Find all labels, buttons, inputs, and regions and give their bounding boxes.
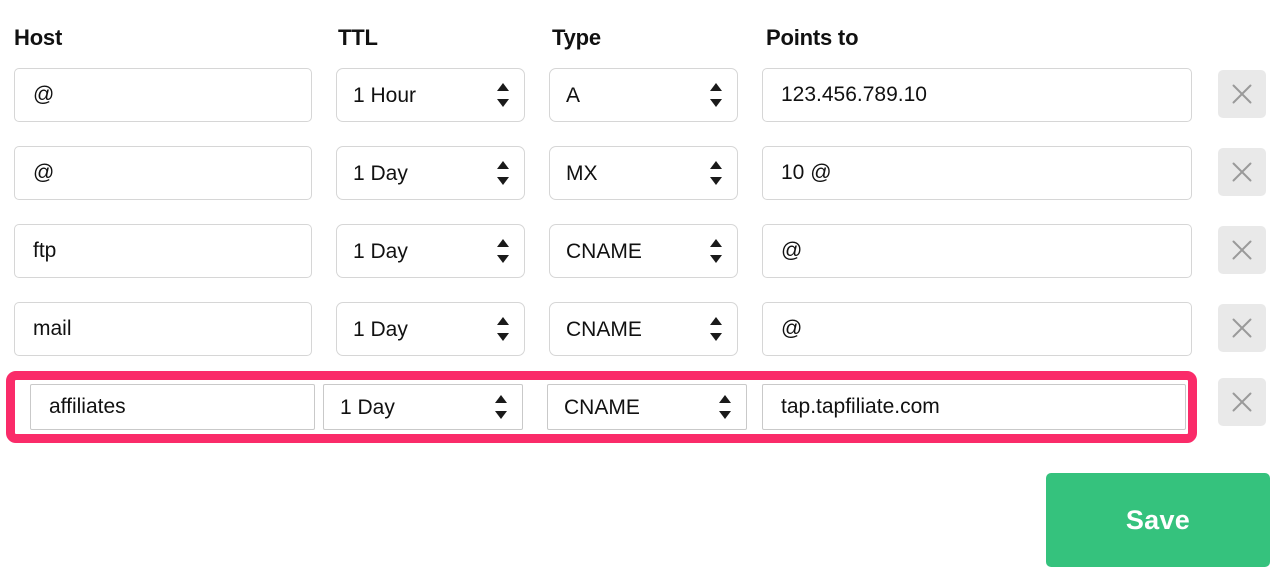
cell-points-to [762,224,1192,278]
delete-record-button[interactable] [1218,70,1266,118]
cell-host [14,302,312,356]
points-to-input[interactable] [762,68,1192,122]
cell-type: A [549,68,738,122]
type-select[interactable]: MX [549,146,738,200]
type-select[interactable]: A [549,68,738,122]
close-x-icon [1229,81,1255,107]
type-select-value: MX [566,162,598,185]
ttl-select[interactable]: 1 Day [336,224,525,278]
host-input[interactable] [14,302,312,356]
table-row: 1 Day CNAME [0,302,1280,380]
close-x-icon [1229,315,1255,341]
cell-type: MX [549,146,738,200]
cell-type: CNAME [549,224,738,278]
points-to-input[interactable] [762,146,1192,200]
delete-record-button[interactable] [1218,378,1266,426]
cell-ttl: 1 Day [336,302,525,356]
close-x-icon [1229,389,1255,415]
spinner-up-down-icon [710,316,723,342]
points-to-input[interactable] [762,302,1192,356]
cell-points-to [762,146,1192,200]
spinner-up-down-icon [497,316,510,342]
spinner-up-down-icon [497,238,510,264]
ttl-select-value: 1 Day [340,396,395,419]
ttl-select-value: 1 Hour [353,84,417,107]
table-column-headers: Host TTL Type Points to [0,24,1280,58]
column-header-ttl: TTL [338,25,378,50]
spinner-up-down-icon [710,160,723,186]
cell-type: CNAME [547,384,747,430]
type-select-value: CNAME [564,396,640,419]
delete-record-button[interactable] [1218,304,1266,352]
table-row: 1 Day CNAME [0,371,1280,458]
column-header-type: Type [552,25,601,50]
host-input[interactable] [30,384,315,430]
type-select[interactable]: CNAME [547,384,747,430]
close-x-icon [1229,159,1255,185]
cell-ttl: 1 Day [336,146,525,200]
close-x-icon [1229,237,1255,263]
type-select[interactable]: CNAME [549,224,738,278]
dns-record-list: 1 Hour A [0,68,1280,458]
type-select-value: A [566,84,581,107]
cell-points-to [762,68,1192,122]
delete-record-button[interactable] [1218,226,1266,274]
ttl-select-value: 1 Day [353,318,408,341]
delete-record-button[interactable] [1218,148,1266,196]
table-row: 1 Hour A [0,68,1280,146]
ttl-select[interactable]: 1 Hour [336,68,525,122]
cell-type: CNAME [549,302,738,356]
type-select-value: CNAME [566,240,642,263]
spinner-up-down-icon [710,82,723,108]
save-button[interactable]: Save [1046,473,1270,567]
host-input[interactable] [14,146,312,200]
spinner-up-down-icon [710,238,723,264]
points-to-input[interactable] [762,384,1186,430]
ttl-select[interactable]: 1 Day [336,146,525,200]
ttl-select[interactable]: 1 Day [323,384,523,430]
spinner-up-down-icon [497,160,510,186]
ttl-select[interactable]: 1 Day [336,302,525,356]
type-select[interactable]: CNAME [549,302,738,356]
column-header-points-to: Points to [766,25,859,50]
cell-host [14,68,312,122]
dns-records-editor: Host TTL Type Points to 1 Hour A [0,0,1280,580]
cell-points-to [762,384,1186,430]
cell-host [14,224,312,278]
table-row: 1 Day CNAME [0,224,1280,302]
ttl-select-value: 1 Day [353,162,408,185]
cell-host [14,146,312,200]
points-to-input[interactable] [762,224,1192,278]
cell-points-to [762,302,1192,356]
spinner-up-down-icon [719,394,732,420]
type-select-value: CNAME [566,318,642,341]
table-row: 1 Day MX [0,146,1280,224]
host-input[interactable] [14,224,312,278]
cell-ttl: 1 Hour [336,68,525,122]
form-footer: Save [0,460,1280,580]
spinner-up-down-icon [495,394,508,420]
cell-ttl: 1 Day [336,224,525,278]
cell-ttl: 1 Day [323,384,523,430]
column-header-host: Host [14,25,63,50]
spinner-up-down-icon [497,82,510,108]
host-input[interactable] [14,68,312,122]
cell-host [30,384,315,430]
ttl-select-value: 1 Day [353,240,408,263]
